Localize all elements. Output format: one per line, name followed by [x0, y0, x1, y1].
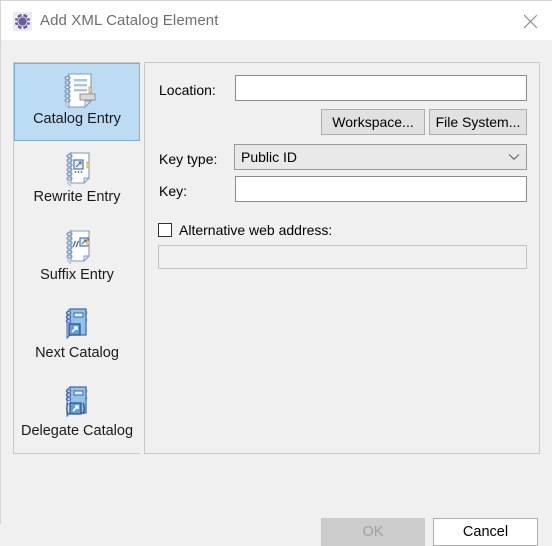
- ok-button[interactable]: OK: [321, 518, 425, 546]
- next-catalog-icon: [55, 301, 99, 345]
- dialog-body: Catalog Entry Rewrite Entry Suffix Entry…: [1, 41, 552, 546]
- sidebar-item-catalog-entry[interactable]: Catalog Entry: [14, 63, 140, 141]
- sidebar-item-label: Catalog Entry: [33, 111, 121, 127]
- chevron-down-icon: [502, 153, 526, 161]
- sidebar-item-label: Delegate Catalog: [20, 423, 134, 439]
- sidebar-item-rewrite-entry[interactable]: Rewrite Entry: [14, 141, 140, 219]
- key-input[interactable]: [235, 176, 527, 202]
- sidebar-item-label: Suffix Entry: [40, 267, 114, 283]
- key-type-selected-value: Public ID: [241, 149, 298, 165]
- close-button[interactable]: [507, 1, 552, 41]
- suffix-entry-icon: [55, 223, 99, 267]
- window-title: Add XML Catalog Element: [40, 12, 219, 29]
- cancel-button[interactable]: Cancel: [433, 518, 538, 546]
- key-type-select[interactable]: Public ID: [234, 144, 527, 170]
- sidebar-item-suffix-entry[interactable]: Suffix Entry: [14, 219, 140, 297]
- alternative-web-address-label: Alternative web address:: [179, 222, 333, 238]
- delegate-catalog-icon: [55, 379, 99, 423]
- rewrite-entry-icon: [55, 145, 99, 189]
- catalog-entry-icon: [55, 67, 99, 111]
- sidebar-item-next-catalog[interactable]: Next Catalog: [14, 297, 140, 375]
- key-label: Key:: [159, 183, 188, 199]
- add-xml-catalog-element-dialog: Add XML Catalog Element Catalog Entry Re…: [0, 0, 552, 546]
- location-input[interactable]: [235, 75, 527, 101]
- xml-catalog-icon: [13, 12, 32, 31]
- sidebar-item-label: Rewrite Entry: [33, 189, 121, 205]
- workspace-button[interactable]: Workspace...: [321, 109, 425, 135]
- sidebar-item-delegate-catalog[interactable]: Delegate Catalog: [14, 375, 140, 453]
- location-label: Location:: [159, 82, 216, 98]
- catalog-type-list[interactable]: Catalog Entry Rewrite Entry Suffix Entry…: [13, 62, 140, 454]
- alternative-web-address-input[interactable]: [158, 245, 527, 269]
- alternative-web-address-row[interactable]: Alternative web address:: [158, 222, 332, 238]
- title-bar: Add XML Catalog Element: [1, 1, 552, 41]
- alternative-web-address-checkbox[interactable]: [158, 223, 172, 237]
- key-type-label: Key type:: [159, 151, 218, 167]
- sidebar-item-label: Next Catalog: [35, 345, 119, 361]
- close-icon: [523, 14, 538, 29]
- file-system-button[interactable]: File System...: [429, 109, 527, 135]
- catalog-entry-form: Location: Workspace... File System... Ke…: [144, 62, 540, 454]
